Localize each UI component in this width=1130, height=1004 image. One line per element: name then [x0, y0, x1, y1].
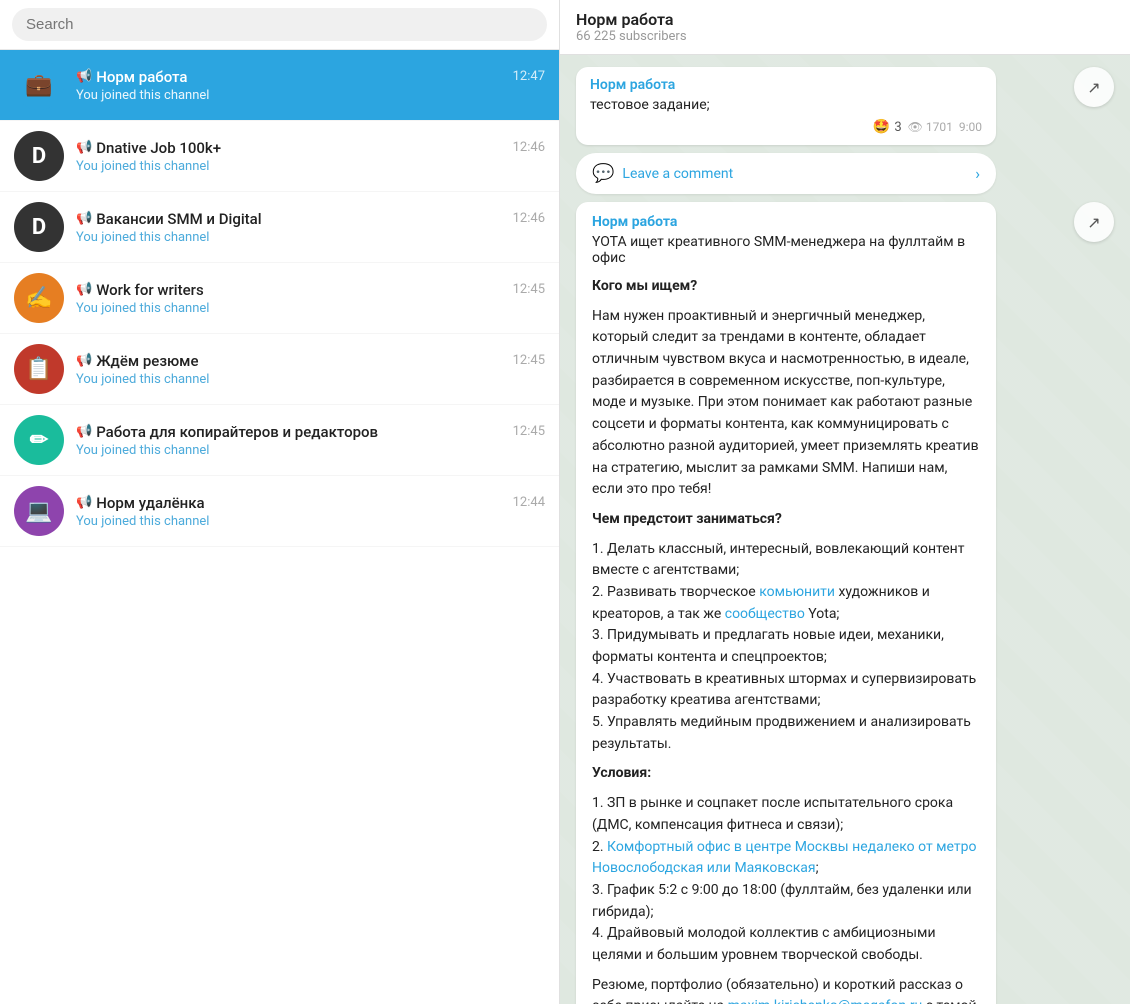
channel-info-zhdem-rezyume: 📢 Ждём резюме 12:45 You joined this channel: [76, 352, 545, 387]
channel-avatar-work-writers: ✍: [14, 273, 64, 323]
channel-info-work-writers: 📢 Work for writers 12:45 You joined this ch…: [76, 281, 545, 316]
msg-time-1: 9:00: [959, 120, 982, 134]
msg-teaser-1: тестовое задание;: [590, 97, 982, 113]
comment-bar-wrapper-1: 💬 Leave a comment ›: [576, 153, 996, 194]
chat-messages: Норм работа тестовое задание; 🤩 3 👁 1701…: [560, 55, 1130, 1004]
channel-avatar-rabota-copywriters: ✏: [14, 415, 64, 465]
megaphone-icon-norm-rabota: 📢: [76, 69, 92, 84]
search-input[interactable]: [12, 8, 547, 41]
megaphone-icon-vakansii-smm: 📢: [76, 211, 92, 226]
msg-teaser-2: YOTA ищет креативного SMM-менеджера на ф…: [592, 234, 980, 266]
channel-time-dnative-job: 12:46: [513, 140, 545, 155]
link-community[interactable]: комьюнити: [759, 584, 835, 600]
msg-channel-name-2: Норм работа: [592, 214, 980, 230]
channel-avatar-norm-rabota: 💼: [14, 60, 64, 110]
channel-subtitle-norm-rabota: You joined this channel: [76, 88, 545, 103]
channel-info-norm-rabota: 📢 Норм работа 12:47 You joined this channel: [76, 68, 545, 103]
message-card-1: Норм работа тестовое задание; 🤩 3 👁 1701…: [576, 67, 996, 145]
chat-panel: Норм работа 66 225 subscribers Норм рабо…: [560, 0, 1130, 1004]
msg-body-2: Кого мы ищем? Нам нужен проактивный и эн…: [592, 276, 980, 1004]
comment-bar-1[interactable]: 💬 Leave a comment ›: [576, 153, 996, 194]
link-office[interactable]: Комфортный офис в центре Москвы недалеко…: [592, 839, 976, 877]
channel-time-vakansii-smm: 12:46: [513, 211, 545, 226]
channel-subtitle-norm-udalenka: You joined this channel: [76, 514, 545, 529]
megaphone-icon-norm-udalenka: 📢: [76, 495, 92, 510]
channel-avatar-dnative-job: D: [14, 131, 64, 181]
channel-subtitle-vakansii-smm: You joined this channel: [76, 230, 545, 245]
sidebar-item-work-writers[interactable]: ✍ 📢 Work for writers 12:45 You joined this c…: [0, 263, 559, 334]
channel-subtitle-zhdem-rezyume: You joined this channel: [76, 372, 545, 387]
channel-header-dnative-job: 📢 Dnative Job 100k+ 12:46: [76, 139, 545, 157]
message-row-2: Норм работа YOTA ищет креативного SMM-ме…: [576, 202, 1114, 1004]
channel-info-dnative-job: 📢 Dnative Job 100k+ 12:46 You joined this c…: [76, 139, 545, 174]
channel-avatar-vakansii-smm: D: [14, 202, 64, 252]
eye-icon-1: 👁: [908, 120, 923, 134]
comment-bar-left-1: 💬 Leave a comment: [592, 163, 733, 184]
channel-name-rabota-copywriters: Работа для копирайтеров и редакторов: [96, 423, 378, 441]
channel-time-work-writers: 12:45: [513, 282, 545, 297]
channel-info-norm-udalenka: 📢 Норм удалёнка 12:44 You joined this chann…: [76, 494, 545, 529]
channel-info-vakansii-smm: 📢 Вакансии SMM и Digital 12:46 You joined t…: [76, 210, 545, 245]
search-bar: [0, 0, 559, 50]
channel-name-norm-udalenka: Норм удалёнка: [96, 494, 204, 512]
sidebar-item-vakansii-smm[interactable]: D 📢 Вакансии SMM и Digital 12:46 You joined …: [0, 192, 559, 263]
channel-subtitle-dnative-job: You joined this channel: [76, 159, 545, 174]
share-button-1[interactable]: ↗: [1074, 67, 1114, 107]
channel-info-rabota-copywriters: 📢 Работа для копирайтеров и редакторов 12:…: [76, 423, 545, 458]
channel-header-rabota-copywriters: 📢 Работа для копирайтеров и редакторов 12:…: [76, 423, 545, 441]
message-row-1: Норм работа тестовое задание; 🤩 3 👁 1701…: [576, 67, 1114, 145]
megaphone-icon-work-writers: 📢: [76, 282, 92, 297]
sidebar-item-norm-rabota[interactable]: 💼 📢 Норм работа 12:47 You joined this channe…: [0, 50, 559, 121]
megaphone-icon-zhdem-rezyume: 📢: [76, 353, 92, 368]
link-society[interactable]: сообщество: [725, 606, 805, 622]
channel-name-work-writers: Work for writers: [96, 281, 204, 299]
link-email[interactable]: maxim.kirichenko@megafon.ru: [728, 998, 923, 1004]
channel-time-norm-rabota: 12:47: [513, 69, 545, 84]
channel-avatar-norm-udalenka: 💻: [14, 486, 64, 536]
channel-list: 💼 📢 Норм работа 12:47 You joined this channe…: [0, 50, 559, 1004]
msg-channel-name-1: Норм работа: [590, 77, 675, 93]
channel-name-norm-rabota: Норм работа: [96, 68, 187, 86]
emoji-row-1: 🤩 3: [873, 119, 902, 135]
msg-footer-1: 🤩 3 👁 1701 9:00: [590, 119, 982, 135]
channel-time-norm-udalenka: 12:44: [513, 495, 545, 510]
comment-label-1: Leave a comment: [622, 166, 733, 182]
sidebar-item-zhdem-rezyume[interactable]: 📋 📢 Ждём резюме 12:45 You joined this channe…: [0, 334, 559, 405]
share-button-2[interactable]: ↗: [1074, 202, 1114, 242]
channel-subtitle-rabota-copywriters: You joined this channel: [76, 443, 545, 458]
emoji-icon-1: 🤩: [873, 119, 890, 135]
msg-top-1: Норм работа: [590, 77, 982, 93]
megaphone-icon-rabota-copywriters: 📢: [76, 424, 92, 439]
channel-header-work-writers: 📢 Work for writers 12:45: [76, 281, 545, 299]
chat-header: Норм работа 66 225 subscribers: [560, 0, 1130, 55]
emoji-count-1: 3: [894, 120, 901, 135]
chat-subtitle: 66 225 subscribers: [576, 29, 1114, 44]
channel-header-norm-rabota: 📢 Норм работа 12:47: [76, 68, 545, 86]
channel-name-dnative-job: Dnative Job 100k+: [96, 139, 221, 157]
channel-name-zhdem-rezyume: Ждём резюме: [96, 352, 198, 370]
channel-time-rabota-copywriters: 12:45: [513, 424, 545, 439]
sidebar: 💼 📢 Норм работа 12:47 You joined this channe…: [0, 0, 560, 1004]
msg-views-1: 👁 1701: [908, 120, 953, 134]
chat-title: Норм работа: [576, 10, 1114, 29]
channel-header-zhdem-rezyume: 📢 Ждём резюме 12:45: [76, 352, 545, 370]
sidebar-item-norm-udalenka[interactable]: 💻 📢 Норм удалёнка 12:44 You joined this chan…: [0, 476, 559, 547]
channel-time-zhdem-rezyume: 12:45: [513, 353, 545, 368]
comment-icon-1: 💬: [592, 163, 614, 184]
channel-header-norm-udalenka: 📢 Норм удалёнка 12:44: [76, 494, 545, 512]
channel-name-vakansii-smm: Вакансии SMM и Digital: [96, 210, 261, 228]
channel-avatar-zhdem-rezyume: 📋: [14, 344, 64, 394]
chevron-icon-1: ›: [975, 164, 980, 183]
channel-header-vakansii-smm: 📢 Вакансии SMM и Digital 12:46: [76, 210, 545, 228]
message-card-2: Норм работа YOTA ищет креативного SMM-ме…: [576, 202, 996, 1004]
megaphone-icon-dnative-job: 📢: [76, 140, 92, 155]
sidebar-item-rabota-copywriters[interactable]: ✏ 📢 Работа для копирайтеров и редакторов 12…: [0, 405, 559, 476]
channel-subtitle-work-writers: You joined this channel: [76, 301, 545, 316]
sidebar-item-dnative-job[interactable]: D 📢 Dnative Job 100k+ 12:46 You joined this …: [0, 121, 559, 192]
